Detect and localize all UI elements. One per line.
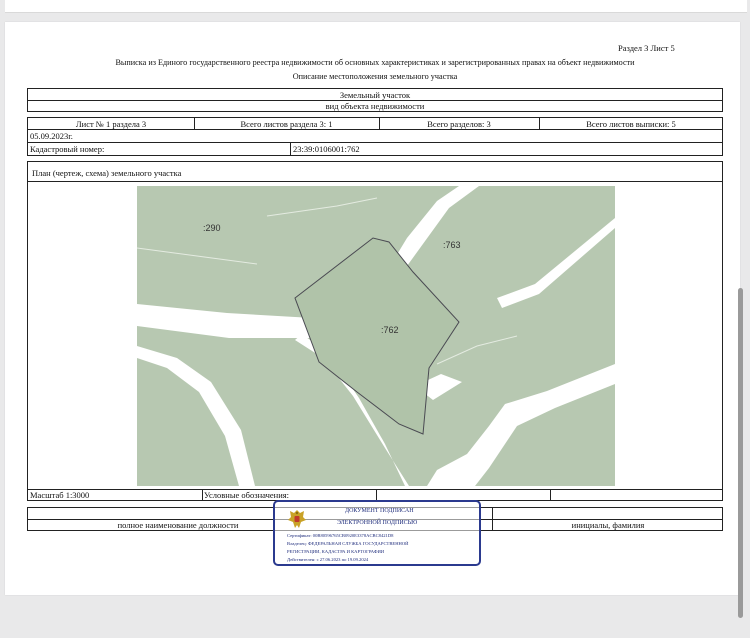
cadastral-map: :290 :763 :762 [137,186,615,486]
electronic-signature-stamp: ДОКУМЕНТ ПОДПИСАН ЭЛЕКТРОННОЙ ПОДПИСЬЮ С… [273,500,481,566]
scale-label: Масштаб 1:3000 [30,490,90,500]
object-type-caption: вид объекта недвижимости [325,101,425,111]
plan-title: План (чертеж, схема) земельного участка [32,168,182,178]
total-sheets-extract: Всего листов выписки: 5 [586,119,676,129]
sheet-number: Лист № 1 раздела 3 [75,119,147,129]
total-sections: Всего разделов: 3 [427,119,491,129]
previous-page-edge [5,0,747,13]
parcel-762-label: :762 [381,325,399,335]
total-sheets-section: Всего листов раздела 3: 1 [240,119,333,129]
document-title: Выписка из Единого государственного реес… [115,58,635,67]
cadastral-row: Кадастровый номер: 23:39:0106001:762 [27,143,723,156]
parcel-290-label: :290 [203,223,221,233]
cadastral-label: Кадастровый номер: [30,144,105,154]
legend-label: Условные обозначения: [204,490,290,500]
plan-title-box: План (чертеж, схема) земельного участка [27,161,723,182]
cadastral-number: 23:39:0106001:762 [293,144,360,154]
parcel-763-label: :763 [443,240,461,250]
stamp-certificate: Сертификат: 00B80596765CB0920E3378ACBC84… [287,533,394,538]
section-sheet-label: Раздел 3 Лист 5 [618,43,675,53]
sheet-info-row: Лист № 1 раздела 3 Всего листов раздела … [27,117,723,130]
coat-of-arms-icon [288,510,306,528]
extract-date: 05.09.2023г. [30,131,73,141]
object-name: Земельный участок [339,90,411,100]
stamp-line-1: ДОКУМЕНТ ПОДПИСАН [345,508,414,514]
date-row: 05.09.2023г. [27,130,723,143]
stamp-validity: Действителен: с 27.06.2023 по 19.09.2024 [287,557,369,562]
object-name-box: Земельный участок вид объекта недвижимос… [27,88,723,112]
stamp-owner: Владелец: ФЕДЕРАЛЬНАЯ СЛУЖБА ГОСУДАРСТВЕ… [287,541,409,546]
document-subtitle: Описание местоположения земельного участ… [292,72,458,81]
scrollbar-thumb[interactable] [738,288,743,618]
document-page: Раздел 3 Лист 5 Выписка из Единого госуд… [5,22,740,595]
stamp-line-2: ЭЛЕКТРОННОЙ ПОДПИСЬЮ [337,520,418,526]
stamp-owner-2: РЕГИСТРАЦИИ, КАДАСТРА И КАРТОГРАФИИ [287,549,385,554]
initials-caption: инициалы, фамилия [571,520,645,530]
